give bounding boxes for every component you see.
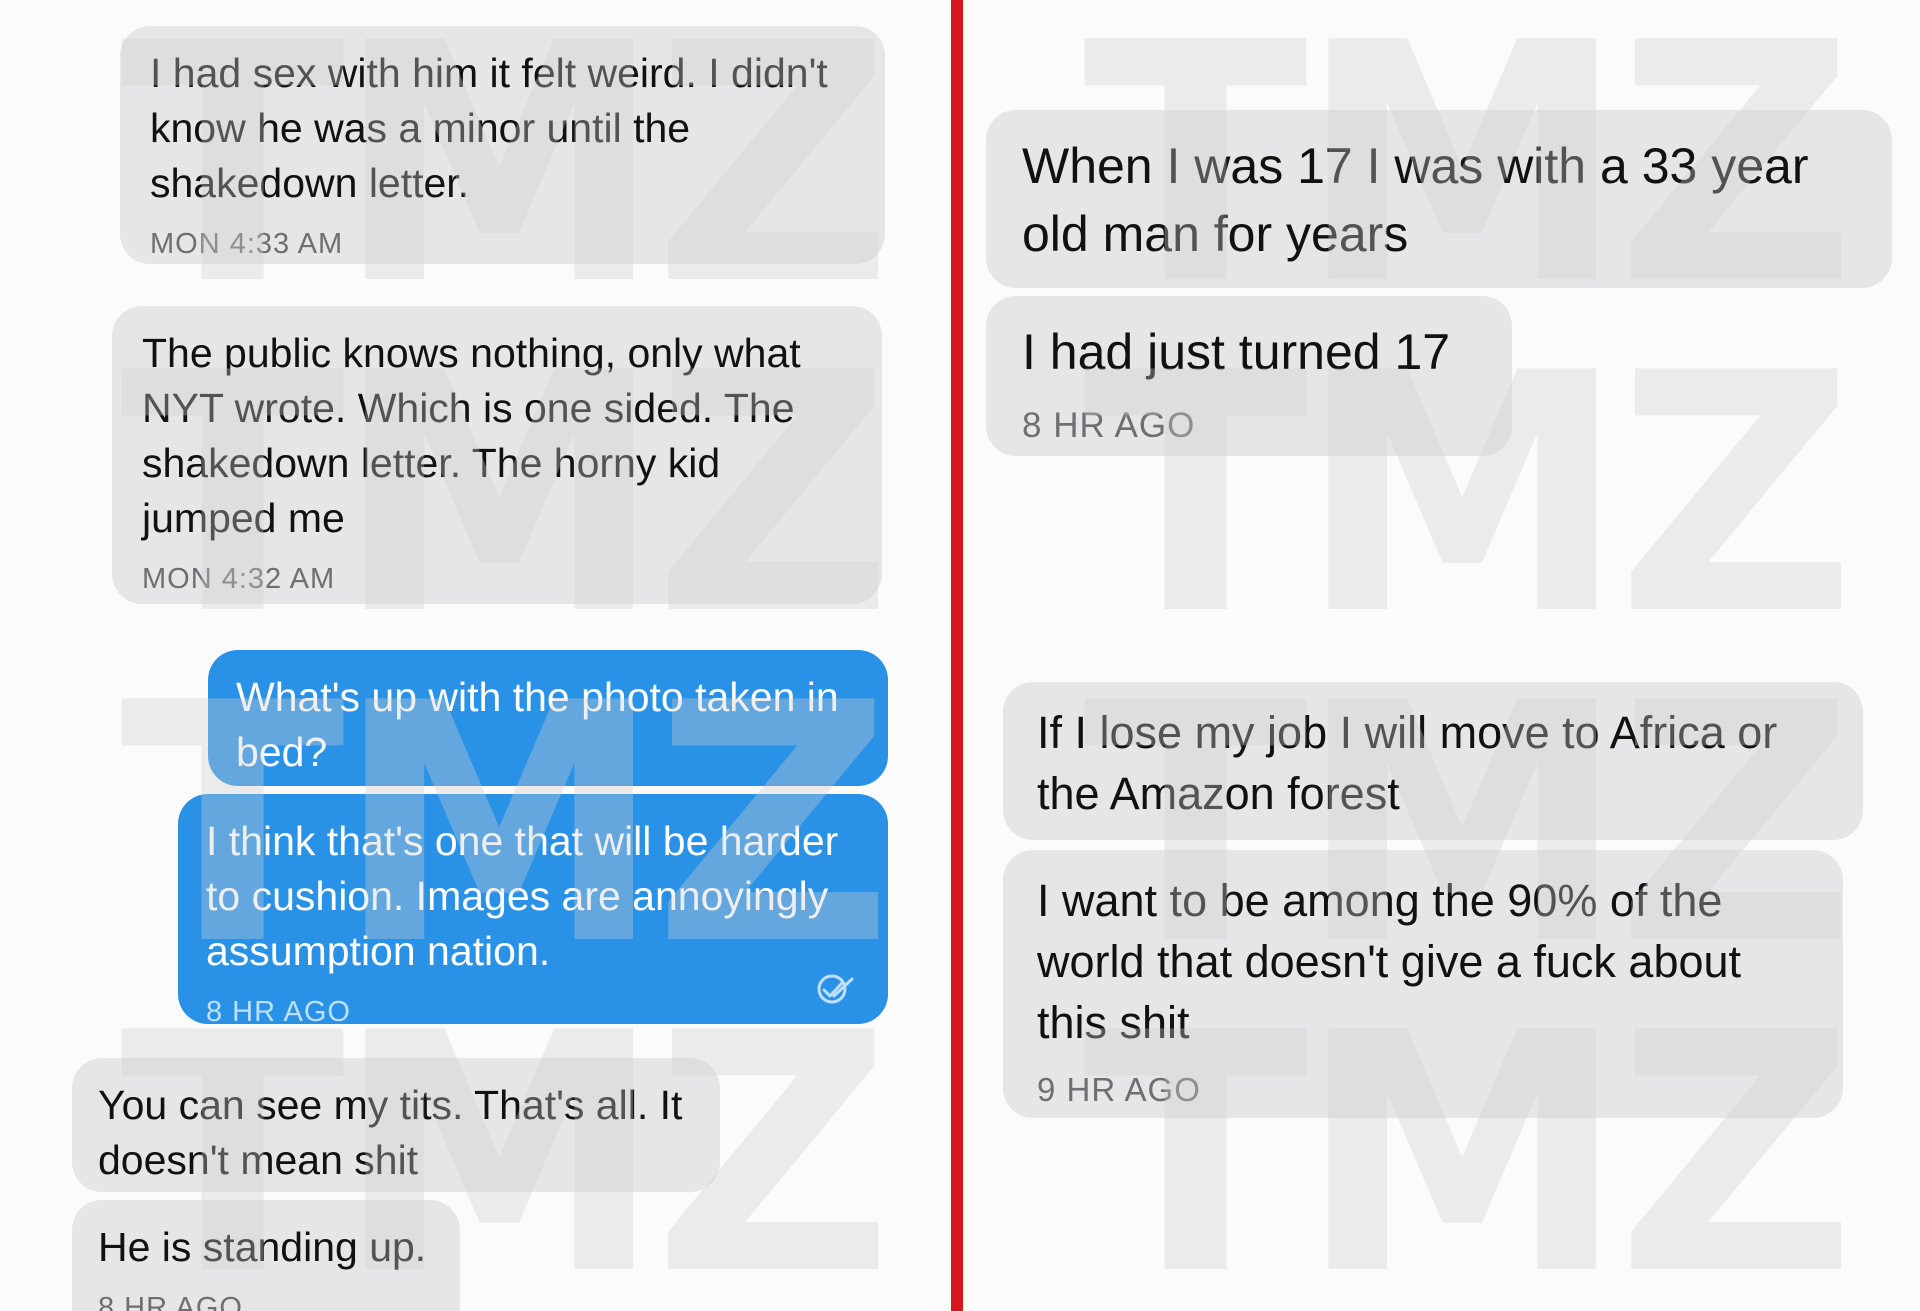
message-text: I had sex with him it felt weird. I didn…: [150, 50, 828, 206]
message-text: You can see my tits. That's all. It does…: [98, 1082, 683, 1183]
received-message-bubble[interactable]: I want to be among the 90% of the world …: [1003, 850, 1843, 1118]
message-timestamp: 8 HR AGO: [98, 1292, 243, 1311]
received-message-bubble[interactable]: If I lose my job I will move to Africa o…: [1003, 682, 1863, 840]
left-screenshot-panel: I had sex with him it felt weird. I didn…: [0, 0, 951, 1311]
message-text: What's up with the photo taken in bed?: [236, 674, 839, 775]
message-timestamp: MON 4:32 AM: [142, 563, 336, 595]
sent-message-bubble[interactable]: I think that's one that will be harder t…: [178, 794, 888, 1028]
message-timestamp: 8 HR AGO: [1022, 406, 1196, 445]
received-message-bubble[interactable]: The public knows nothing, only what NYT …: [112, 306, 882, 604]
received-message-bubble[interactable]: I had just turned 17 8 HR AGO: [986, 296, 1512, 456]
message-text: I want to be among the 90% of the world …: [1037, 875, 1742, 1048]
message-text: When I was 17 I was with a 33 year old m…: [1022, 138, 1809, 262]
message-timestamp: 9 HR AGO: [1037, 1071, 1201, 1108]
double-check-icon: [817, 974, 854, 1004]
message-text: He is standing up.: [98, 1224, 427, 1270]
red-divider: [951, 0, 963, 1311]
message-timestamp: MON 4:33 AM: [150, 228, 344, 260]
message-text: I think that's one that will be harder t…: [206, 818, 839, 974]
message-text: If I lose my job I will move to Africa o…: [1037, 707, 1778, 819]
message-text: The public knows nothing, only what NYT …: [142, 330, 801, 541]
received-message-bubble[interactable]: I had sex with him it felt weird. I didn…: [120, 26, 885, 264]
received-message-bubble[interactable]: When I was 17 I was with a 33 year old m…: [986, 110, 1892, 288]
message-text: I had just turned 17: [1022, 324, 1451, 380]
right-screenshot-panel: When I was 17 I was with a 33 year old m…: [963, 0, 1920, 1311]
message-timestamp: 8 HR AGO: [206, 996, 351, 1028]
received-message-bubble[interactable]: He is standing up. 8 HR AGO: [72, 1200, 460, 1311]
received-message-bubble[interactable]: You can see my tits. That's all. It does…: [72, 1058, 720, 1192]
sent-message-bubble[interactable]: What's up with the photo taken in bed?: [208, 650, 888, 786]
